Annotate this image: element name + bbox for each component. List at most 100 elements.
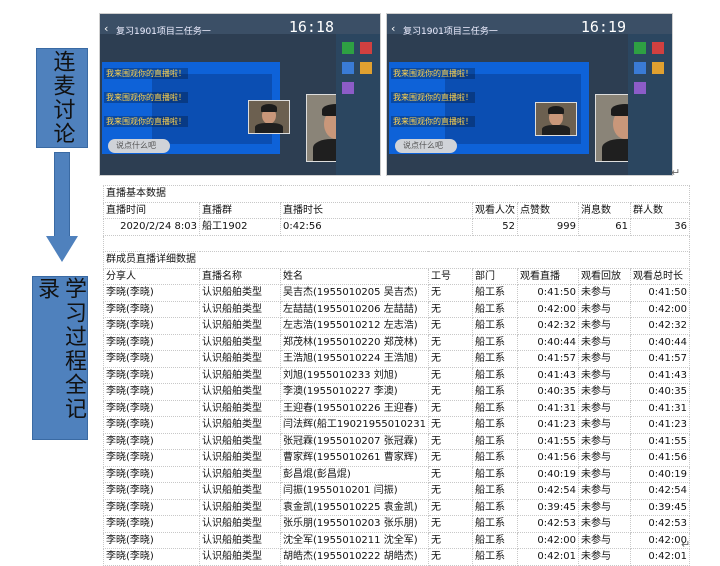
table-cell: 0:41:23 [629, 416, 690, 434]
table-cell: 0:41:57 [629, 350, 690, 368]
table-row: 李晓(李晓) 认识船舶类型 张乐朋(1955010203 张乐朋) 无船工系 0:42:… [103, 515, 690, 533]
table-cell: 无 [427, 449, 473, 467]
table-cell: 李晓(李晓) [103, 284, 200, 302]
detail-header: 观看直播 [516, 267, 579, 285]
table-cell: 0:42:00 [629, 300, 690, 318]
table-cell: 无 [427, 432, 473, 450]
table-row: 李晓(李晓) 认识船舶类型 曹家辉(1955010261 曹家辉) 无船工系 0:41:… [103, 449, 690, 467]
table-cell: 未参与 [577, 366, 631, 384]
table-cell: 未参与 [577, 300, 631, 318]
table-cell: 0:40:44 [629, 333, 690, 351]
table-cell: 认识船舶类型 [199, 350, 281, 368]
table-cell: 认识船舶类型 [199, 284, 281, 302]
table-cell: 船工系 [471, 548, 518, 566]
paragraph-mark: ↵ [681, 538, 691, 551]
stream-title: 复习1901项目三任务一 [116, 27, 211, 37]
table-cell: 李晓(李晓) [103, 300, 200, 318]
table-cell: 李澳(1955010227 李澳) [280, 383, 429, 401]
live-screenshot-2: ‹ 复习1901项目三任务一 16:19 我来围观你的直播啦！ 我来围观你的直播… [386, 13, 673, 176]
table-cell: 吴吉杰(1955010205 吴吉杰) [280, 284, 429, 302]
desktop-panel [628, 34, 672, 175]
table-cell: 左志浩(1955010212 左志浩) [280, 317, 429, 335]
basic-header: 直播群 [199, 201, 281, 219]
live-stats-table: 直播基本数据 直播时间 直播群 直播时长 观看人次 点赞数 消息数 群人数 20… [103, 185, 690, 566]
table-cell: 0:41:57 [516, 350, 579, 368]
comment-input[interactable]: 说点什么吧 [108, 139, 170, 153]
table-cell: 无 [427, 498, 473, 516]
table-cell: 李晓(李晓) [103, 515, 200, 533]
back-icon[interactable]: ‹ [391, 22, 395, 35]
table-cell: 船工系 [471, 432, 518, 450]
chat-message: 我来围观你的直播啦！ [391, 92, 475, 103]
table-cell: 认识船舶类型 [199, 482, 281, 500]
table-cell: 0:42:32 [629, 317, 690, 335]
table-row: 李晓(李晓) 认识船舶类型 闫振(1955010201 闫振) 无船工系 0:42:54… [103, 482, 690, 500]
table-cell: 认识船舶类型 [199, 300, 281, 318]
table-cell: 认识船舶类型 [199, 498, 281, 516]
table-cell: 0:42:54 [516, 482, 579, 500]
table-cell: 李晓(李晓) [103, 383, 200, 401]
detail-header: 分享人 [103, 267, 200, 285]
table-row: 李晓(李晓) 认识船舶类型 郑茂林(1955010220 郑茂林) 无船工系 0:40:… [103, 333, 690, 351]
comment-input[interactable]: 说点什么吧 [395, 139, 457, 153]
detail-header: 部门 [471, 267, 518, 285]
basic-header: 群人数 [629, 201, 690, 219]
table-cell: 认识船舶类型 [199, 333, 281, 351]
table-cell: 无 [427, 284, 473, 302]
table-row: 李晓(李晓) 认识船舶类型 彭昌焜(彭昌焜) 无船工系 0:40:19 未参与 0:40:1… [103, 465, 690, 483]
table-cell: 船工系 [471, 383, 518, 401]
table-cell: 认识船舶类型 [199, 449, 281, 467]
chat-message: 我来围观你的直播啦！ [391, 116, 475, 127]
detail-header-row: 分享人 直播名称 姓名 工号 部门 观看直播 观看回放 观看总时长 [103, 267, 690, 285]
table-cell: 认识船舶类型 [199, 366, 281, 384]
table-cell: 认识船舶类型 [199, 383, 281, 401]
table-cell: 李晓(李晓) [103, 531, 200, 549]
detail-header: 观看总时长 [629, 267, 690, 285]
table-cell: 李晓(李晓) [103, 548, 200, 566]
table-cell: 0:40:44 [516, 333, 579, 351]
table-cell: 李晓(李晓) [103, 498, 200, 516]
table-cell: 闫振(1955010201 闫振) [280, 482, 429, 500]
basic-header: 直播时间 [103, 201, 200, 219]
chat-message: 我来围观你的直播啦！ [104, 68, 188, 79]
table-cell: 无 [427, 482, 473, 500]
basic-values-row: 2020/2/24 8:03 船工1902 0:42:56 52 999 61 … [103, 218, 690, 236]
live-screenshot-1: ‹ 复习1901项目三任务一 16:18 我来围观你的直播啦！ 我来围观你的直播… [99, 13, 381, 176]
clock-text: 16:18 [288, 18, 334, 36]
table-cell: 袁金凯(1955010225 袁金凯) [280, 498, 429, 516]
table-cell: 0:42:00 [516, 531, 579, 549]
basic-value: 2020/2/24 8:03 [103, 218, 200, 236]
down-arrow-shaft [54, 152, 70, 237]
table-row: 李晓(李晓) 认识船舶类型 张冠霖(1955010207 张冠霖) 无船工系 0:41:… [103, 432, 690, 450]
table-cell: 未参与 [577, 383, 631, 401]
table-cell: 0:42:32 [516, 317, 579, 335]
table-row: 李晓(李晓) 认识船舶类型 闫法辉(船工19021955010231 无船工系 0:41… [103, 416, 690, 434]
table-cell: 无 [427, 300, 473, 318]
table-cell: 认识船舶类型 [199, 548, 281, 566]
table-cell: 王迎春(1955010226 王迎春) [280, 399, 429, 417]
table-cell: 认识船舶类型 [199, 531, 281, 549]
table-cell: 船工系 [471, 416, 518, 434]
basic-value: 0:42:56 [280, 218, 473, 236]
table-cell: 无 [427, 515, 473, 533]
table-cell: 认识船舶类型 [199, 515, 281, 533]
table-cell: 认识船舶类型 [199, 416, 281, 434]
table-cell: 李晓(李晓) [103, 350, 200, 368]
table-cell: 未参与 [577, 531, 631, 549]
section-title-row: 直播基本数据 [103, 185, 690, 203]
table-cell: 张冠霖(1955010207 张冠霖) [280, 432, 429, 450]
table-cell: 未参与 [577, 432, 631, 450]
detail-header: 工号 [427, 267, 473, 285]
table-cell: 船工系 [471, 333, 518, 351]
table-cell: 船工系 [471, 531, 518, 549]
table-cell: 0:40:19 [629, 465, 690, 483]
basic-header: 直播时长 [280, 201, 473, 219]
table-cell: 认识船舶类型 [199, 465, 281, 483]
spacer-row [103, 234, 690, 252]
back-icon[interactable]: ‹ [104, 22, 108, 35]
table-row: 李晓(李晓) 认识船舶类型 袁金凯(1955010225 袁金凯) 无船工系 0:39:… [103, 498, 690, 516]
basic-value: 52 [471, 218, 518, 236]
table-cell: 无 [427, 333, 473, 351]
table-cell: 李晓(李晓) [103, 432, 200, 450]
table-cell: 未参与 [577, 333, 631, 351]
